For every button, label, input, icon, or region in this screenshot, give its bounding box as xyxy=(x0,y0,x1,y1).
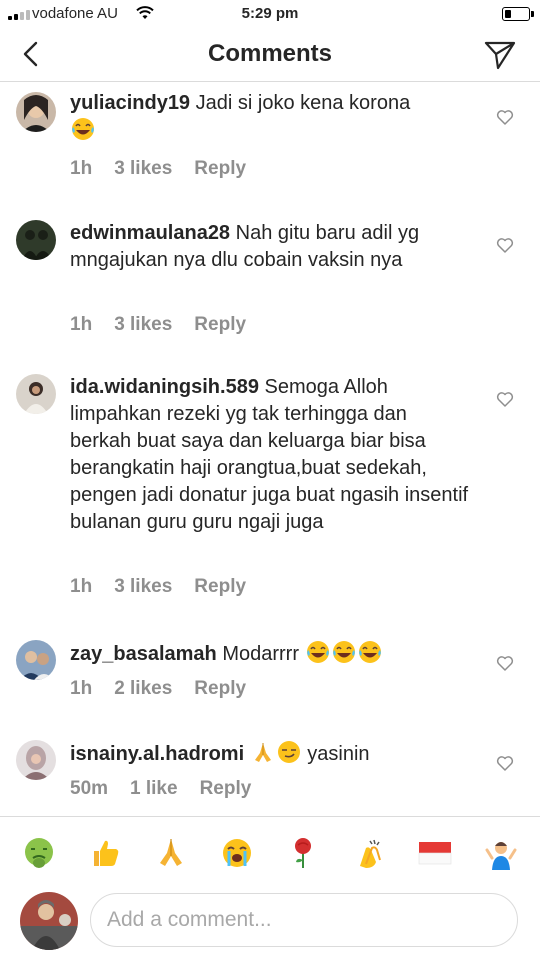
comment-likes[interactable]: 3 likes xyxy=(114,314,172,336)
folded-hands-icon xyxy=(254,743,271,762)
heart-icon[interactable] xyxy=(496,108,514,126)
comment-username[interactable]: zay_basalamah xyxy=(70,643,217,665)
comment-username[interactable]: ida.widaningsih.589 xyxy=(70,376,259,398)
reply-button[interactable]: Reply xyxy=(194,678,246,700)
comment-time: 1h xyxy=(70,314,93,335)
comment-item: isnainy.al.hadromi yasinin 50m 1 like Re… xyxy=(0,736,540,814)
comment-likes[interactable]: 3 likes xyxy=(114,576,172,598)
comment-meta: 1h 3 likes Reply xyxy=(70,576,246,598)
comment-item: zay_basalamah Modarrrr 1h 2 likes Reply xyxy=(0,636,540,716)
comment-item: edwinmaulana28 Nah gitu baru adil yg mng… xyxy=(0,214,540,344)
smirk-icon xyxy=(277,741,300,763)
comment-item: ida.widaningsih.589 Semoga Alloh limpahk… xyxy=(0,370,540,610)
comment-username[interactable]: edwinmaulana28 xyxy=(70,222,230,244)
thumbs-up-icon[interactable] xyxy=(87,835,123,871)
tears-of-joy-icon xyxy=(358,641,381,663)
clapping-hands-icon[interactable] xyxy=(351,835,387,871)
comment-likes[interactable]: 1 like xyxy=(130,778,178,800)
comment-text: yuliacindy19 Jadi si joko kena korona xyxy=(70,90,470,145)
heart-icon[interactable] xyxy=(496,654,514,672)
comment-text: ida.widaningsih.589 Semoga Alloh limpahk… xyxy=(70,374,470,536)
avatar[interactable] xyxy=(16,640,56,680)
tears-of-joy-icon xyxy=(72,118,94,140)
comment-meta: 1h 2 likes Reply xyxy=(70,678,246,700)
comment-time: 1h xyxy=(70,158,93,179)
comment-input-bar xyxy=(0,888,540,960)
comment-time: 1h xyxy=(70,678,93,699)
folded-hands-icon[interactable] xyxy=(153,835,189,871)
comment-time: 50m xyxy=(70,778,109,799)
battery-level xyxy=(505,10,511,18)
reply-button[interactable]: Reply xyxy=(194,576,246,598)
header: Comments xyxy=(0,30,540,82)
comment-meta: 1h 3 likes Reply xyxy=(70,158,246,180)
reply-button[interactable]: Reply xyxy=(194,158,246,180)
comment-item: yuliacindy19 Jadi si joko kena korona 1h… xyxy=(0,86,540,196)
nauseated-face-icon[interactable] xyxy=(21,835,57,871)
comment-username[interactable]: isnainy.al.hadromi xyxy=(70,743,244,765)
comment-body: Modarrrr xyxy=(222,643,299,665)
comment-meta: 1h 3 likes Reply xyxy=(70,314,246,336)
comment-likes[interactable]: 2 likes xyxy=(114,678,172,700)
avatar[interactable] xyxy=(16,374,56,414)
tears-of-joy-icon xyxy=(332,641,355,663)
comment-text: zay_basalamah Modarrrr xyxy=(70,640,470,668)
paper-plane-icon[interactable] xyxy=(484,40,516,70)
current-user-avatar[interactable] xyxy=(20,892,78,950)
comment-text: edwinmaulana28 Nah gitu baru adil yg mng… xyxy=(70,220,470,274)
battery-icon xyxy=(502,7,534,21)
comment-username[interactable]: yuliacindy19 xyxy=(70,92,190,114)
heart-icon[interactable] xyxy=(496,236,514,254)
comment-likes[interactable]: 3 likes xyxy=(114,158,172,180)
avatar[interactable] xyxy=(16,740,56,780)
avatar[interactable] xyxy=(16,92,56,132)
comment-meta: 50m 1 like Reply xyxy=(70,778,251,800)
comment-input[interactable] xyxy=(90,893,518,947)
reply-button[interactable]: Reply xyxy=(194,314,246,336)
reply-button[interactable]: Reply xyxy=(200,778,252,800)
comment-text: isnainy.al.hadromi yasinin xyxy=(70,740,470,768)
person-shrugging-icon[interactable] xyxy=(483,835,519,871)
heart-icon[interactable] xyxy=(496,754,514,772)
comment-time: 1h xyxy=(70,576,93,597)
loudly-crying-face-icon[interactable] xyxy=(219,835,255,871)
heart-icon[interactable] xyxy=(496,390,514,408)
comment-body: Semoga Alloh limpahkan rezeki yg tak ter… xyxy=(70,376,469,533)
rose-icon[interactable] xyxy=(285,835,321,871)
tears-of-joy-icon xyxy=(306,641,329,663)
avatar[interactable] xyxy=(16,220,56,260)
comment-body: Jadi si joko kena korona xyxy=(195,92,411,114)
clock: 5:29 pm xyxy=(241,5,299,22)
flag-indonesia-icon[interactable] xyxy=(417,835,453,871)
emoji-quick-bar xyxy=(0,816,540,888)
status-bar: vodafone AU 5:29 pm xyxy=(0,0,540,30)
page-title: Comments xyxy=(207,40,333,67)
comment-body: yasinin xyxy=(307,743,370,765)
